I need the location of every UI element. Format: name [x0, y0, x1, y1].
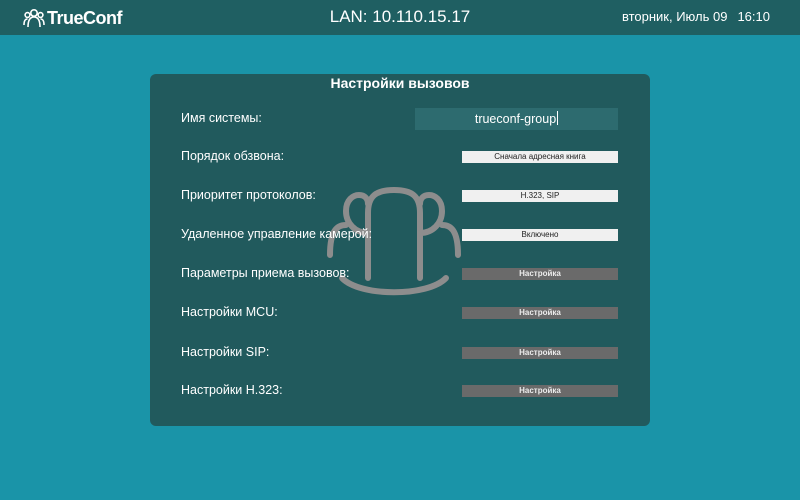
- mcu-settings-label: Настройки MCU:: [181, 305, 278, 319]
- camera-control-row: Удаленное управление камерой: Включено: [150, 224, 650, 246]
- h323-settings-button[interactable]: Настройка: [462, 385, 618, 397]
- h323-settings-label: Настройки H.323:: [181, 383, 283, 397]
- date-label: вторник, Июль 09: [621, 9, 728, 24]
- h323-settings-row: Настройки H.323: Настройка: [150, 380, 650, 402]
- dial-order-select[interactable]: Сначала адресная книга: [462, 151, 618, 163]
- call-settings-panel: Настройки вызовов Имя системы: trueconf-…: [150, 74, 650, 426]
- sip-settings-row: Настройки SIP: Настройка: [150, 342, 650, 364]
- incoming-calls-row: Параметры приема вызовов: Настройка: [150, 263, 650, 285]
- mcu-settings-button[interactable]: Настройка: [462, 307, 618, 319]
- time-label: 16:10: [737, 9, 770, 24]
- mcu-settings-row: Настройки MCU: Настройка: [150, 302, 650, 324]
- system-name-value: trueconf-group: [474, 112, 557, 126]
- camera-control-label: Удаленное управление камерой:: [181, 227, 373, 241]
- panel-title: Настройки вызовов: [330, 75, 470, 91]
- protocol-priority-row: Приоритет протоколов: H.323, SIP: [150, 185, 650, 207]
- datetime: вторник, Июль 09 16:10: [622, 9, 770, 24]
- camera-control-select[interactable]: Включено: [462, 229, 618, 241]
- dial-order-row: Порядок обзвона: Сначала адресная книга: [150, 146, 650, 168]
- text-caret: [557, 111, 559, 125]
- top-bar: TrueConf LAN: 10.110.15.17 вторник, Июль…: [0, 0, 800, 35]
- dial-order-label: Порядок обзвона:: [181, 149, 285, 163]
- system-name-label: Имя системы:: [181, 111, 262, 125]
- system-name-input[interactable]: trueconf-group: [415, 108, 618, 130]
- system-name-row: Имя системы: trueconf-group: [150, 108, 650, 130]
- sip-settings-label: Настройки SIP:: [181, 345, 270, 359]
- sip-settings-button[interactable]: Настройка: [462, 347, 618, 359]
- protocol-priority-label: Приоритет протоколов:: [181, 188, 316, 202]
- incoming-calls-label: Параметры приема вызовов:: [181, 266, 350, 280]
- protocol-priority-select[interactable]: H.323, SIP: [462, 190, 618, 202]
- incoming-calls-settings-button[interactable]: Настройка: [462, 268, 618, 280]
